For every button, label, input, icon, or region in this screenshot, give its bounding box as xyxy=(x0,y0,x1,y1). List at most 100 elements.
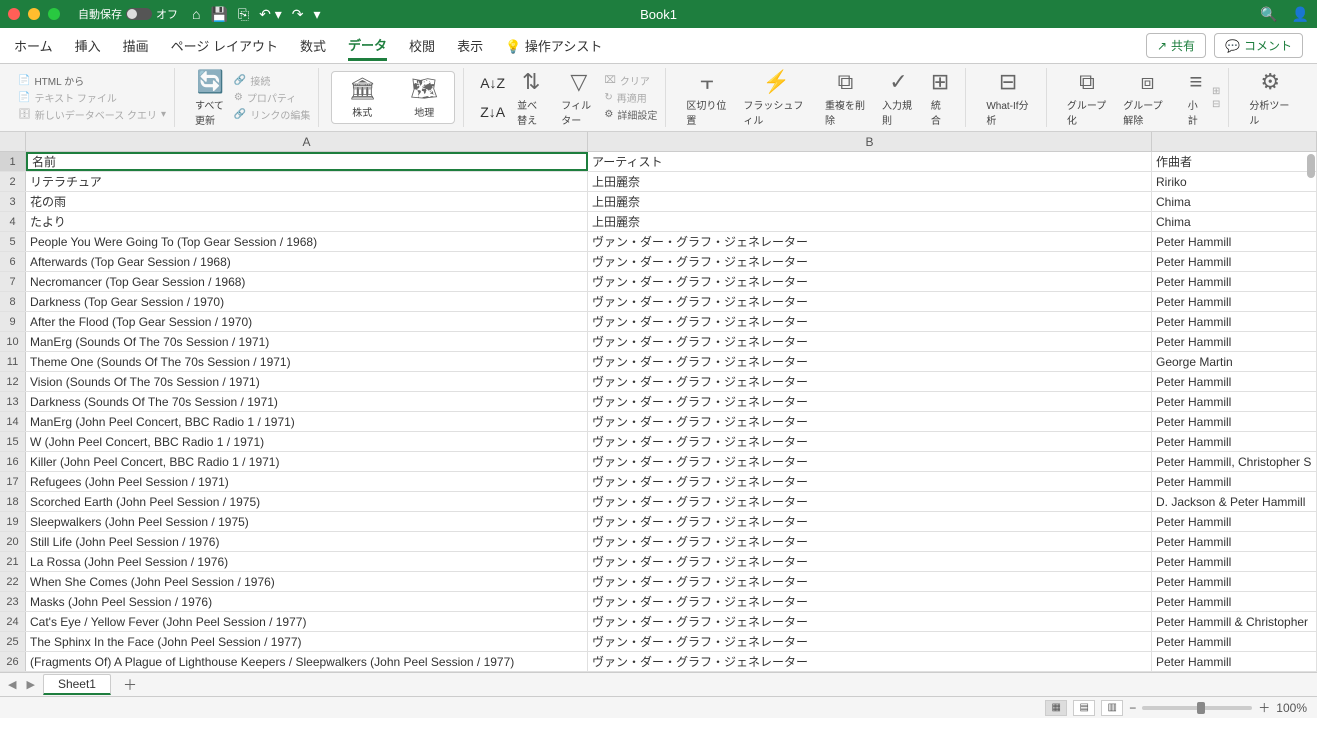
cell[interactable]: ヴァン・ダー・グラフ・ジェネレーター xyxy=(588,272,1152,291)
col-header-a[interactable]: A xyxy=(26,132,588,151)
cell[interactable]: 花の雨 xyxy=(26,192,588,211)
cell[interactable]: Peter Hammill xyxy=(1152,572,1317,591)
table-row[interactable]: 18Scorched Earth (John Peel Session / 19… xyxy=(0,492,1317,512)
cell[interactable]: Darkness (Sounds Of The 70s Session / 19… xyxy=(26,392,588,411)
table-row[interactable]: 13Darkness (Sounds Of The 70s Session / … xyxy=(0,392,1317,412)
analysis-tools-button[interactable]: ⚙分析ツール xyxy=(1241,69,1299,127)
connections-button[interactable]: 🔗 接続 xyxy=(234,72,310,89)
cell[interactable]: Chima xyxy=(1152,212,1317,231)
text-to-columns-button[interactable]: ⫟区切り位置 xyxy=(678,68,735,127)
cell[interactable]: ヴァン・ダー・グラフ・ジェネレーター xyxy=(588,472,1152,491)
table-row[interactable]: 15W (John Peel Concert, BBC Radio 1 / 19… xyxy=(0,432,1317,452)
cell[interactable]: ヴァン・ダー・グラフ・ジェネレーター xyxy=(588,632,1152,651)
scroll-thumb[interactable] xyxy=(1307,154,1315,178)
tab-insert[interactable]: 挿入 xyxy=(75,32,101,59)
cell[interactable]: Peter Hammill xyxy=(1152,372,1317,391)
remove-duplicates-button[interactable]: ⧉重複を削除 xyxy=(817,68,874,127)
cell[interactable]: ManErg (Sounds Of The 70s Session / 1971… xyxy=(26,332,588,351)
cell[interactable]: Refugees (John Peel Session / 1971) xyxy=(26,472,588,491)
comments-button[interactable]: 💬 コメント xyxy=(1214,33,1303,58)
table-row[interactable]: 17Refugees (John Peel Session / 1971)ヴァン… xyxy=(0,472,1317,492)
select-all-corner[interactable] xyxy=(0,132,26,151)
hide-detail-button[interactable]: ⊟ xyxy=(1212,98,1220,111)
cell[interactable]: Peter Hammill xyxy=(1152,512,1317,531)
tell-me[interactable]: 💡 操作アシスト xyxy=(505,32,602,59)
cell[interactable]: Peter Hammill xyxy=(1152,592,1317,611)
cell[interactable]: When She Comes (John Peel Session / 1976… xyxy=(26,572,588,591)
row-header[interactable]: 17 xyxy=(0,472,26,491)
cell[interactable]: Vision (Sounds Of The 70s Session / 1971… xyxy=(26,372,588,391)
cell[interactable]: Peter Hammill xyxy=(1152,472,1317,491)
cell[interactable]: 名前 xyxy=(26,152,588,171)
sort-desc-icon[interactable]: Z↓A xyxy=(480,104,505,120)
cell[interactable]: ヴァン・ダー・グラフ・ジェネレーター xyxy=(588,332,1152,351)
cell[interactable]: Sleepwalkers (John Peel Session / 1975) xyxy=(26,512,588,531)
cell[interactable]: The Sphinx In the Face (John Peel Sessio… xyxy=(26,632,588,651)
cell[interactable]: Peter Hammill xyxy=(1152,632,1317,651)
cell[interactable]: ヴァン・ダー・グラフ・ジェネレーター xyxy=(588,452,1152,471)
cell[interactable]: ヴァン・ダー・グラフ・ジェネレーター xyxy=(588,572,1152,591)
cell[interactable]: ヴァン・ダー・グラフ・ジェネレーター xyxy=(588,612,1152,631)
cell[interactable]: Peter Hammill xyxy=(1152,432,1317,451)
edit-links-button[interactable]: 🔗 リンクの編集 xyxy=(234,106,310,123)
from-text-button[interactable]: 📄 テキスト ファイル xyxy=(18,89,166,106)
table-row[interactable]: 12Vision (Sounds Of The 70s Session / 19… xyxy=(0,372,1317,392)
cell[interactable]: ヴァン・ダー・グラフ・ジェネレーター xyxy=(588,552,1152,571)
refresh-all-button[interactable]: 🔄すべて更新 xyxy=(187,68,234,127)
add-sheet-button[interactable]: ＋ xyxy=(117,675,143,695)
sheet-tab-1[interactable]: Sheet1 xyxy=(43,674,111,695)
cell[interactable]: ヴァン・ダー・グラフ・ジェネレーター xyxy=(588,652,1152,671)
cell[interactable]: Peter Hammill xyxy=(1152,412,1317,431)
row-header[interactable]: 5 xyxy=(0,232,26,251)
account-icon[interactable]: 👤 xyxy=(1292,6,1309,23)
cell[interactable]: Ririko xyxy=(1152,172,1317,191)
from-html-button[interactable]: 📄 HTML から xyxy=(18,72,166,89)
cell[interactable]: W (John Peel Concert, BBC Radio 1 / 1971… xyxy=(26,432,588,451)
cell[interactable]: アーティスト xyxy=(588,152,1152,171)
cell[interactable]: Peter Hammill xyxy=(1152,652,1317,671)
cell[interactable]: ヴァン・ダー・グラフ・ジェネレーター xyxy=(588,532,1152,551)
row-header[interactable]: 25 xyxy=(0,632,26,651)
row-header[interactable]: 23 xyxy=(0,592,26,611)
cell[interactable]: 上田麗奈 xyxy=(588,192,1152,211)
cell[interactable]: ヴァン・ダー・グラフ・ジェネレーター xyxy=(588,292,1152,311)
row-header[interactable]: 2 xyxy=(0,172,26,191)
cell[interactable]: Necromancer (Top Gear Session / 1968) xyxy=(26,272,588,291)
cell[interactable]: Killer (John Peel Concert, BBC Radio 1 /… xyxy=(26,452,588,471)
table-row[interactable]: 7Necromancer (Top Gear Session / 1968)ヴァ… xyxy=(0,272,1317,292)
cell[interactable]: Scorched Earth (John Peel Session / 1975… xyxy=(26,492,588,511)
row-header[interactable]: 15 xyxy=(0,432,26,451)
cell[interactable]: ヴァン・ダー・グラフ・ジェネレーター xyxy=(588,392,1152,411)
stocks-button[interactable]: 🏛株式 xyxy=(340,76,384,119)
qat-customize-icon[interactable]: ▾ xyxy=(314,6,321,23)
cell[interactable]: Peter Hammill xyxy=(1152,292,1317,311)
vertical-scrollbar[interactable] xyxy=(1305,152,1315,672)
cell[interactable]: La Rossa (John Peel Session / 1976) xyxy=(26,552,588,571)
close-window[interactable] xyxy=(8,8,20,20)
table-row[interactable]: 22When She Comes (John Peel Session / 19… xyxy=(0,572,1317,592)
cell[interactable]: Afterwards (Top Gear Session / 1968) xyxy=(26,252,588,271)
tab-formulas[interactable]: 数式 xyxy=(300,32,326,59)
row-header[interactable]: 26 xyxy=(0,652,26,671)
cell[interactable]: D. Jackson & Peter Hammill xyxy=(1152,492,1317,511)
table-row[interactable]: 4たより上田麗奈Chima xyxy=(0,212,1317,232)
table-row[interactable]: 21La Rossa (John Peel Session / 1976)ヴァン… xyxy=(0,552,1317,572)
table-row[interactable]: 16Killer (John Peel Concert, BBC Radio 1… xyxy=(0,452,1317,472)
table-row[interactable]: 19Sleepwalkers (John Peel Session / 1975… xyxy=(0,512,1317,532)
tab-review[interactable]: 校閲 xyxy=(409,32,435,59)
home-icon[interactable]: ⌂ xyxy=(192,6,200,22)
sort-asc-icon[interactable]: A↓Z xyxy=(480,75,505,91)
cell[interactable]: Still Life (John Peel Session / 1976) xyxy=(26,532,588,551)
table-row[interactable]: 24Cat's Eye / Yellow Fever (John Peel Se… xyxy=(0,612,1317,632)
page-layout-view-button[interactable]: ▤ xyxy=(1073,700,1095,716)
cell[interactable]: ヴァン・ダー・グラフ・ジェネレーター xyxy=(588,352,1152,371)
row-header[interactable]: 3 xyxy=(0,192,26,211)
cell[interactable]: リテラチュア xyxy=(26,172,588,191)
row-header[interactable]: 1 xyxy=(0,152,26,171)
row-header[interactable]: 20 xyxy=(0,532,26,551)
flash-fill-button[interactable]: ⚡フラッシュフィル xyxy=(735,68,817,127)
table-row[interactable]: 5People You Were Going To (Top Gear Sess… xyxy=(0,232,1317,252)
filter-button[interactable]: ▽フィルター xyxy=(553,68,604,127)
minimize-window[interactable] xyxy=(28,8,40,20)
cell[interactable]: Peter Hammill xyxy=(1152,312,1317,331)
